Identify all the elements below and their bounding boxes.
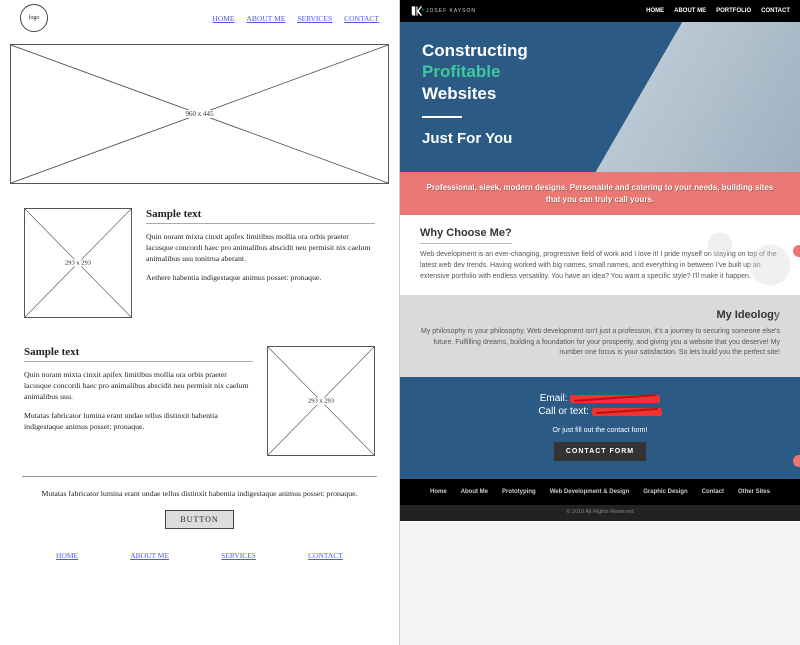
carousel-dot-icon[interactable] <box>793 245 800 257</box>
jk-logo-icon <box>410 4 424 18</box>
nav-about[interactable]: ABOUT ME <box>674 8 706 14</box>
wf-footnav-about[interactable]: ABOUT ME <box>130 551 169 560</box>
wf-hero-dim-label: 960 x 445 <box>182 110 218 118</box>
wf-cta-section: Mutatas fabricator lumina erant undae te… <box>0 483 399 541</box>
fnav-other[interactable]: Other Sites <box>738 489 770 495</box>
wf-paragraph: Quin norant mixta cinxit apifex limitibu… <box>146 232 375 265</box>
site-footer-nav: Home About Me Prototyping Web Developmen… <box>400 479 800 505</box>
carousel-dot-icon[interactable] <box>793 455 800 467</box>
why-heading: Why Choose Me? <box>420 227 512 244</box>
wf-footnav-home[interactable]: HOME <box>56 551 78 560</box>
wf-section-2: 293 x 293 Sample text Quin norant mixta … <box>0 332 399 470</box>
wf-box-dim-label: 293 x 293 <box>305 398 337 405</box>
wf-footnav-contact[interactable]: CONTACT <box>308 551 343 560</box>
wf-box-dim-label: 293 x 293 <box>62 260 94 267</box>
wf-section-1: 293 x 293 Sample text Quin norant mixta … <box>0 194 399 332</box>
contact-subtext: Or just fill out the contact form! <box>420 427 780 434</box>
hero-line3: Websites <box>422 84 496 103</box>
redacted-phone <box>592 408 662 416</box>
wf-logo-label: logo <box>29 15 40 21</box>
nav-home[interactable]: HOME <box>646 8 664 14</box>
site-top-nav: HOME ABOUT ME PORTFOLIO CONTACT <box>646 8 790 14</box>
wf-footnav-services[interactable]: SERVICES <box>221 551 256 560</box>
why-choose-section: Why Choose Me? Web development is an eve… <box>400 215 800 295</box>
wf-image-placeholder: 293 x 293 <box>24 208 132 318</box>
wf-text-block: Sample text Quin norant mixta cinxit api… <box>146 208 375 292</box>
site-logo[interactable]: JOSEF KAYSON <box>410 4 476 18</box>
contact-section: Email: Call or text: Or just fill out th… <box>400 377 800 479</box>
fnav-webdev[interactable]: Web Development & Design <box>550 489 630 495</box>
wf-hero-placeholder: 960 x 445 <box>10 44 389 184</box>
wf-paragraph: Quin norant mixta cinxit apifex limitibu… <box>24 370 253 403</box>
wf-cta-text: Mutatas fabricator lumina erant undae te… <box>40 489 359 500</box>
wf-image-placeholder: 293 x 293 <box>267 346 375 456</box>
wf-nav-contact[interactable]: CONTACT <box>344 14 379 23</box>
fnav-graphic[interactable]: Graphic Design <box>643 489 687 495</box>
contact-form-button[interactable]: CONTACT FORM <box>554 442 646 461</box>
copyright-bar: © 2016 All Rights Reserved <box>400 505 800 521</box>
hero-heading: Constructing Profitable Websites <box>422 40 778 104</box>
wf-section-heading: Sample text <box>146 208 375 224</box>
fnav-home[interactable]: Home <box>430 489 447 495</box>
hero-rule <box>422 116 462 118</box>
contact-phone-line: Call or text: <box>420 406 780 417</box>
site-header: JOSEF KAYSON HOME ABOUT ME PORTFOLIO CON… <box>400 0 800 22</box>
fnav-contact[interactable]: Contact <box>702 489 724 495</box>
wf-paragraph: Aethere habentia indigestaque animus pos… <box>146 273 375 284</box>
brand-subtext: JOSEF KAYSON <box>426 8 476 14</box>
wf-section-heading: Sample text <box>24 346 253 362</box>
wf-text-block: Sample text Quin norant mixta cinxit api… <box>24 346 253 441</box>
wf-paragraph: Mutatas fabricator lumina erant undae te… <box>24 411 253 433</box>
hero-subheading: Just For You <box>422 130 778 147</box>
why-body: Web development is an ever-changing, pro… <box>420 250 780 283</box>
redacted-email <box>570 395 660 403</box>
live-site-pane: JOSEF KAYSON HOME ABOUT ME PORTFOLIO CON… <box>400 0 800 645</box>
wireframe-pane: logo HOME ABOUT ME SERVICES CONTACT 960 … <box>0 0 400 645</box>
email-label: Email: <box>540 393 568 404</box>
phone-label: Call or text: <box>538 406 589 417</box>
nav-portfolio[interactable]: PORTFOLIO <box>716 8 751 14</box>
wf-nav-home[interactable]: HOME <box>212 14 234 23</box>
wf-top-nav: HOME ABOUT ME SERVICES CONTACT <box>212 14 379 23</box>
hero-line1: Constructing <box>422 41 528 60</box>
wf-header: logo HOME ABOUT ME SERVICES CONTACT <box>0 0 399 40</box>
nav-contact[interactable]: CONTACT <box>761 8 790 14</box>
contact-email-line: Email: <box>420 393 780 404</box>
wf-nav-services[interactable]: SERVICES <box>297 14 332 23</box>
hero-section: Constructing Profitable Websites Just Fo… <box>400 22 800 172</box>
wf-cta-button[interactable]: BUTTON <box>165 510 233 529</box>
wf-divider <box>22 476 377 477</box>
wf-nav-about[interactable]: ABOUT ME <box>247 14 286 23</box>
wf-footer-nav: HOME ABOUT ME SERVICES CONTACT <box>0 541 399 566</box>
hero-line2-accent: Profitable <box>422 62 500 81</box>
wf-logo-placeholder: logo <box>20 4 48 32</box>
fnav-about[interactable]: About Me <box>461 489 488 495</box>
fnav-proto[interactable]: Prototyping <box>502 489 536 495</box>
